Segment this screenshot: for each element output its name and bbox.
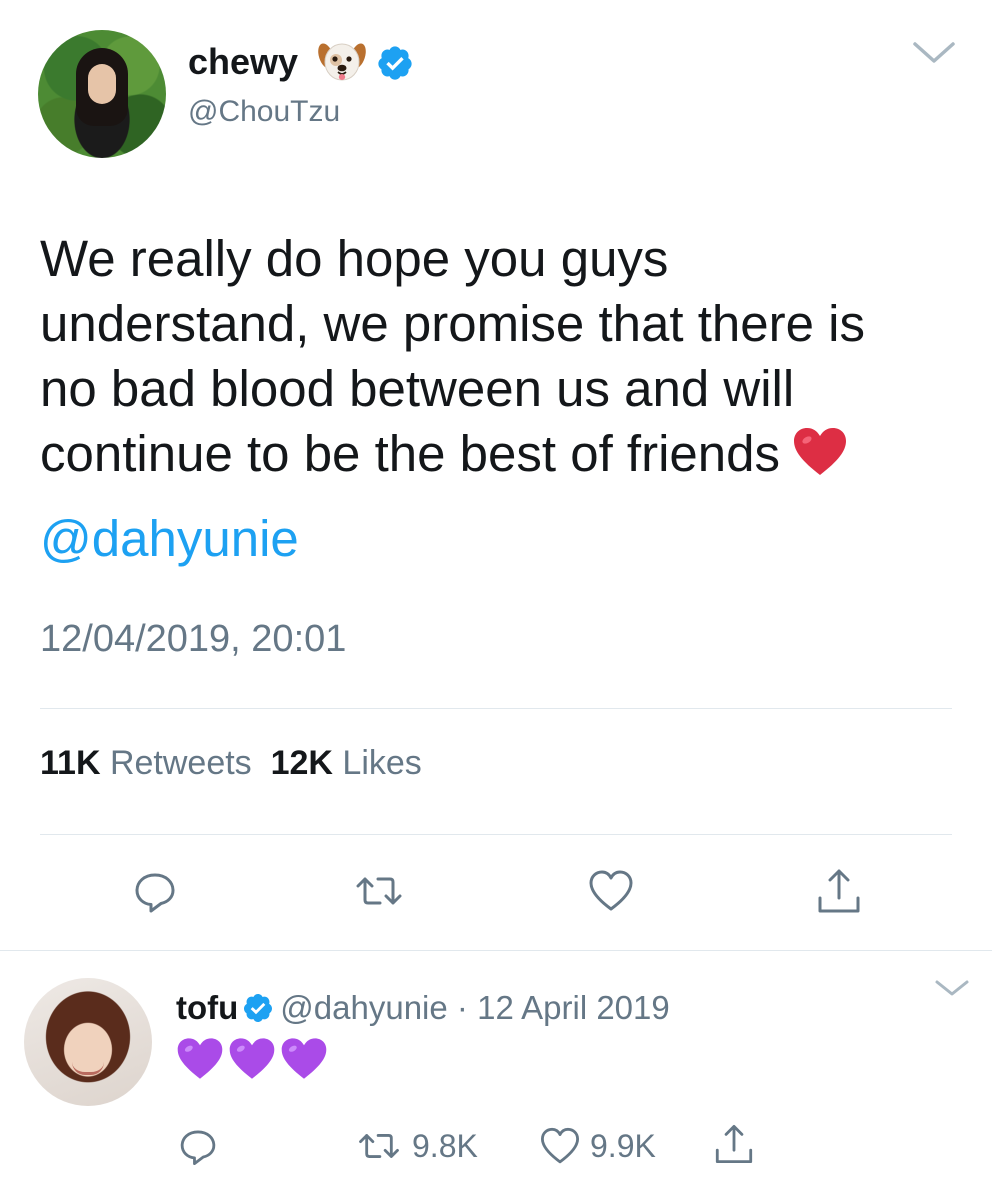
likes-stat[interactable]: 12K Likes bbox=[271, 744, 422, 782]
retweets-count: 11K bbox=[40, 744, 101, 782]
reply-text bbox=[176, 1036, 328, 1086]
reply-handle[interactable]: @dahyunie bbox=[280, 989, 447, 1026]
verified-badge-icon bbox=[376, 44, 414, 82]
reply-date[interactable]: 12 April 2019 bbox=[477, 989, 670, 1026]
reply-separator: · bbox=[456, 989, 468, 1026]
retweet-icon[interactable] bbox=[354, 1124, 404, 1168]
retweet-icon[interactable] bbox=[354, 866, 404, 916]
red-heart-emoji-icon bbox=[792, 427, 848, 477]
reply-display-name[interactable]: tofu bbox=[176, 989, 238, 1026]
reply-author-avatar[interactable] bbox=[24, 978, 152, 1106]
reply-header: tofu @dahyunie · 12 April 2019 bbox=[176, 986, 670, 1030]
purple-heart-emoji-icon bbox=[280, 1036, 328, 1082]
share-icon[interactable] bbox=[814, 866, 864, 916]
reply-retweet-count: 9.8K bbox=[412, 1128, 478, 1164]
divider bbox=[40, 834, 952, 835]
like-heart-icon[interactable] bbox=[538, 1124, 582, 1168]
likes-count: 12K bbox=[270, 744, 333, 782]
share-icon[interactable] bbox=[712, 1120, 756, 1168]
reply-icon[interactable] bbox=[130, 866, 180, 916]
tweet-text-line: understand, we promise that there is bbox=[40, 295, 865, 352]
reply-like-count: 9.9K bbox=[590, 1128, 656, 1164]
purple-heart-emoji-icon bbox=[176, 1036, 224, 1082]
tweet-text-line: continue to be the best of friends bbox=[40, 425, 780, 482]
divider bbox=[0, 950, 992, 951]
likes-label: Likes bbox=[342, 744, 422, 782]
tweet-text-line: We really do hope you guys bbox=[40, 230, 669, 287]
author-display-name[interactable]: chewy bbox=[188, 40, 298, 84]
tweet-text: We really do hope you guys understand, w… bbox=[40, 226, 960, 486]
reply-icon[interactable] bbox=[176, 1124, 220, 1168]
dog-face-emoji-icon bbox=[318, 40, 366, 84]
chevron-down-icon[interactable] bbox=[934, 978, 970, 998]
tweet-stats: 11K Retweets 12K Likes bbox=[40, 740, 422, 786]
tweet-timestamp: 12/04/2019, 20:01 bbox=[40, 618, 347, 660]
author-handle[interactable]: @ChouTzu bbox=[188, 92, 340, 132]
tweet-text-line: no bad blood between us and will bbox=[40, 360, 795, 417]
divider bbox=[40, 708, 952, 709]
tweet-text-line-with-heart: continue to be the best of friends bbox=[40, 421, 960, 486]
purple-heart-emoji-icon bbox=[228, 1036, 276, 1082]
mention-link[interactable]: @dahyunie bbox=[40, 506, 299, 571]
retweets-stat[interactable]: 11K Retweets bbox=[40, 744, 252, 782]
verified-badge-icon bbox=[242, 992, 274, 1024]
author-avatar[interactable] bbox=[38, 30, 166, 158]
retweets-label: Retweets bbox=[109, 744, 252, 782]
like-heart-icon[interactable] bbox=[586, 866, 636, 916]
chevron-down-icon[interactable] bbox=[912, 40, 956, 66]
